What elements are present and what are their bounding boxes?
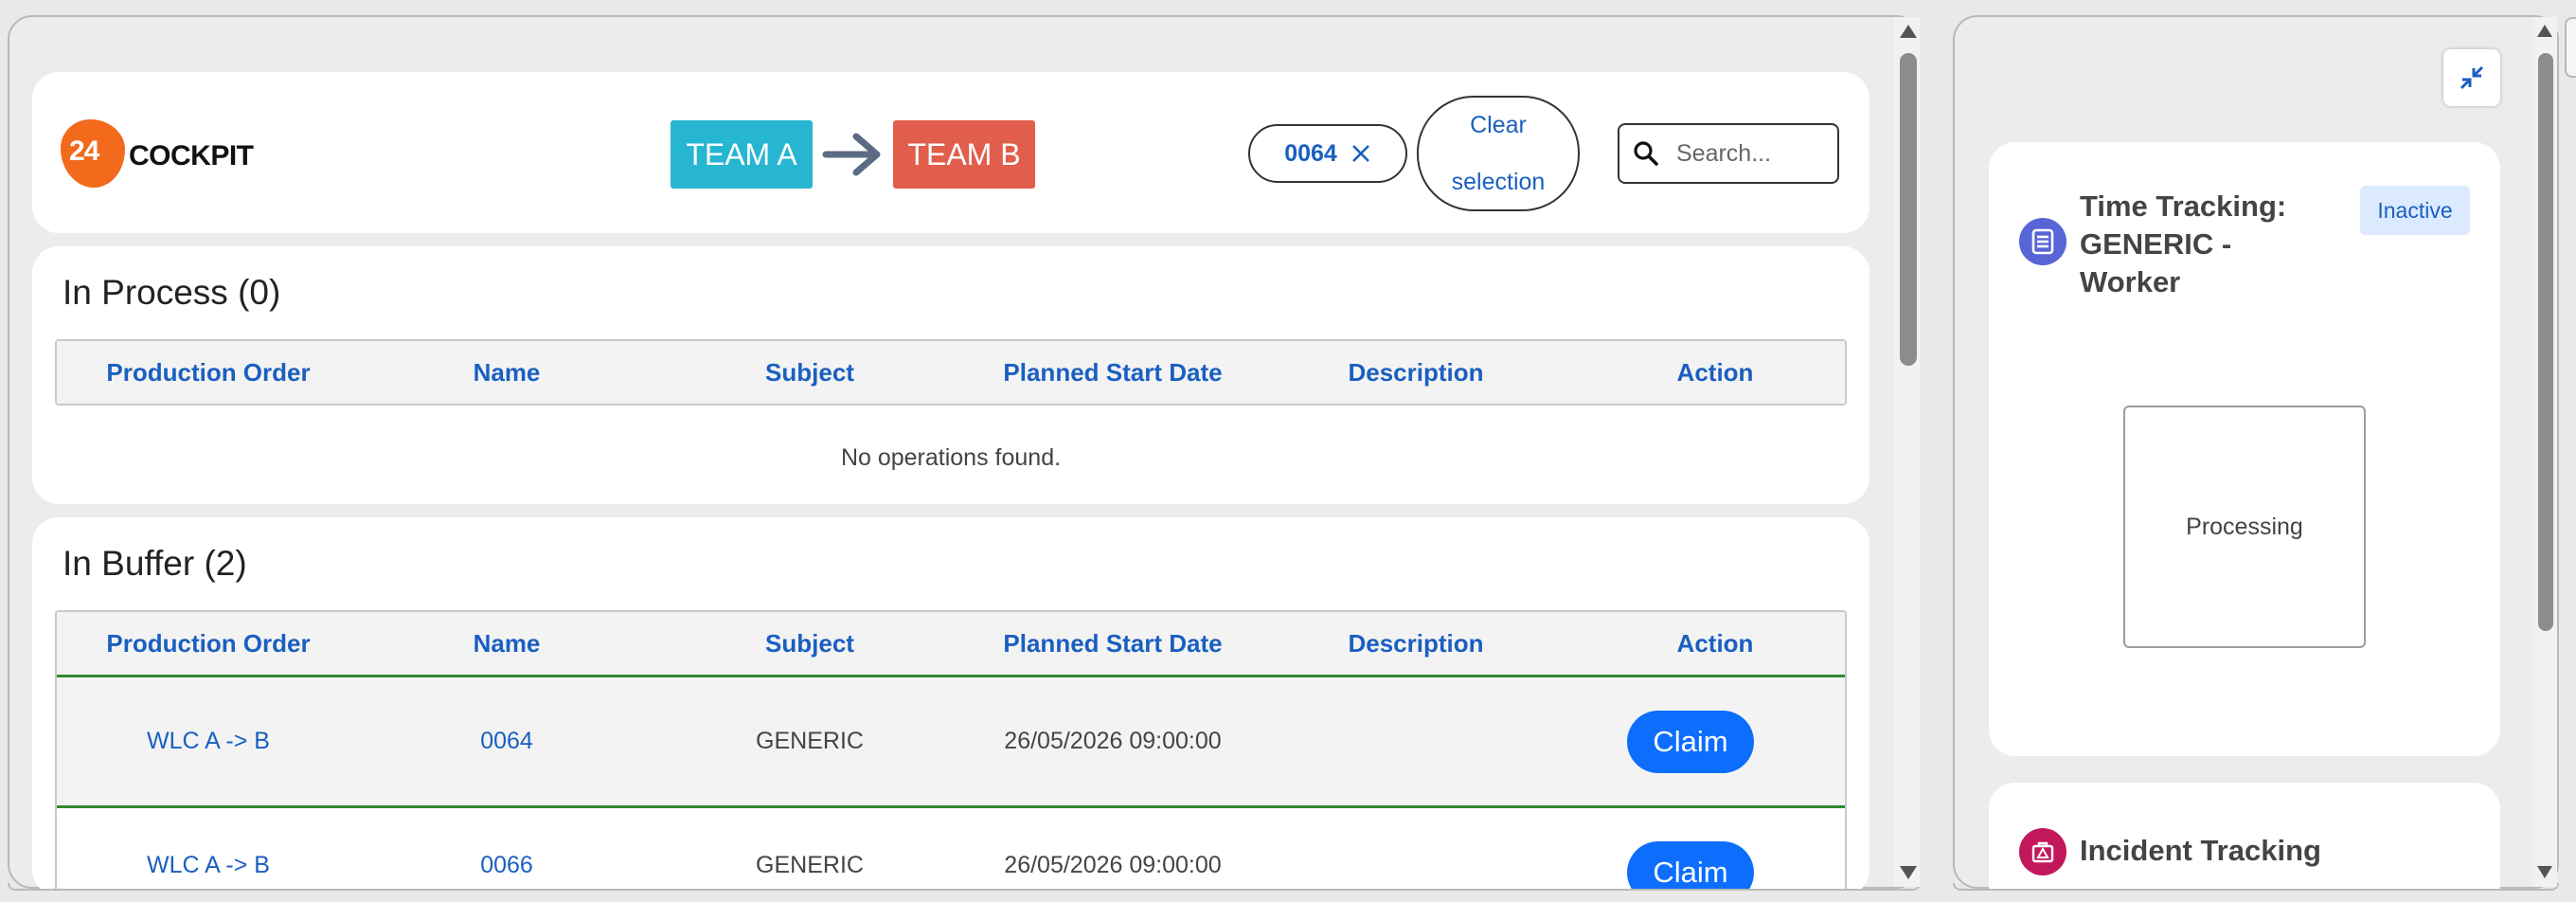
team-from-badge: TEAM A [671, 120, 813, 189]
time-tracking-title-line3: Worker [2080, 265, 2181, 298]
row-name-link[interactable]: 0064 [360, 677, 653, 805]
claim-button[interactable]: Claim [1627, 711, 1754, 773]
filter-chip[interactable]: 0064 [1248, 124, 1407, 183]
column-header-action: Action [1676, 628, 1754, 658]
side-scrollbar-thumb[interactable] [2538, 53, 2553, 631]
side-frame-bottom-edge [1953, 883, 2559, 891]
column-header-description[interactable]: Description [1269, 341, 1563, 404]
column-header-name[interactable]: Name [360, 612, 653, 675]
in-buffer-table: Production Order Name Subject Planned St… [55, 610, 1847, 902]
search-icon [1634, 141, 1658, 166]
scroll-up-icon[interactable] [1900, 25, 1917, 38]
row-subject: GENERIC [756, 728, 864, 754]
frame-bottom-edge [8, 883, 1921, 891]
incident-icon [2019, 828, 2066, 875]
arrow-right-icon [822, 133, 881, 176]
column-header-action: Action [1676, 357, 1754, 387]
list-icon [2019, 218, 2066, 265]
collapse-panel-button[interactable] [2443, 49, 2500, 106]
filter-chip-label: 0064 [1284, 139, 1337, 167]
search-input[interactable] [1676, 139, 1828, 168]
collapse-icon [2460, 65, 2484, 90]
scroll-down-icon[interactable] [1900, 866, 1917, 879]
in-process-table: Production Order Name Subject Planned St… [55, 339, 1847, 406]
side-scroll-up-icon[interactable] [2537, 25, 2552, 37]
time-tracking-title: Time Tracking: GENERIC - Worker [2080, 188, 2326, 301]
team-to-badge: TEAM B [893, 120, 1035, 189]
time-tracking-title-line1: Time Tracking: [2080, 189, 2287, 223]
search-box[interactable] [1618, 123, 1839, 184]
time-tracking-title-line2: GENERIC - [2080, 227, 2232, 261]
status-badge: Inactive [2360, 186, 2470, 235]
clear-selection-button[interactable]: Clear selection [1417, 96, 1580, 211]
column-header-subject[interactable]: Subject [663, 341, 957, 404]
row-planned-start-date: 26/05/2026 09:00:00 [1004, 851, 1222, 878]
in-process-title: In Process (0) [63, 273, 281, 312]
clear-selection-label-line2: selection [1451, 169, 1546, 195]
logo-number: 24 [69, 135, 99, 167]
main-scrollbar-thumb[interactable] [1900, 53, 1917, 366]
empty-state-message: No operations found. [840, 443, 1062, 471]
bottom-gutter-right [1932, 889, 2576, 902]
logo-wordmark: COCKPIT [129, 140, 254, 171]
row-production-order-link[interactable]: WLC A -> B [57, 677, 360, 805]
row-subject: GENERIC [756, 851, 864, 878]
column-header-production-order[interactable]: Production Order [57, 341, 360, 404]
in-buffer-table-header: Production Order Name Subject Planned St… [57, 612, 1845, 675]
row-planned-start-date: 26/05/2026 09:00:00 [1004, 728, 1222, 754]
column-header-planned-start-date[interactable]: Planned Start Date [957, 341, 1269, 404]
row-description [1269, 841, 1563, 889]
row-production-order-link[interactable]: WLC A -> B [57, 841, 360, 889]
clear-selection-label-line1: Clear [1470, 112, 1527, 138]
row-description [1269, 677, 1563, 805]
in-process-table-header: Production Order Name Subject Planned St… [57, 341, 1845, 404]
processing-box: Processing [2123, 406, 2366, 648]
row-name-link[interactable]: 0066 [360, 841, 653, 889]
incident-tracking-title: Incident Tracking [2080, 834, 2321, 867]
bottom-gutter [0, 889, 1932, 902]
side-scroll-down-icon[interactable] [2537, 866, 2552, 878]
column-header-description[interactable]: Description [1269, 612, 1563, 675]
in-buffer-title: In Buffer (2) [63, 544, 247, 583]
column-header-subject[interactable]: Subject [663, 612, 957, 675]
column-header-production-order[interactable]: Production Order [57, 612, 360, 675]
column-header-planned-start-date[interactable]: Planned Start Date [957, 612, 1269, 675]
column-header-name[interactable]: Name [360, 341, 653, 404]
close-icon[interactable] [1351, 143, 1371, 164]
edge-handle[interactable] [2565, 17, 2576, 78]
